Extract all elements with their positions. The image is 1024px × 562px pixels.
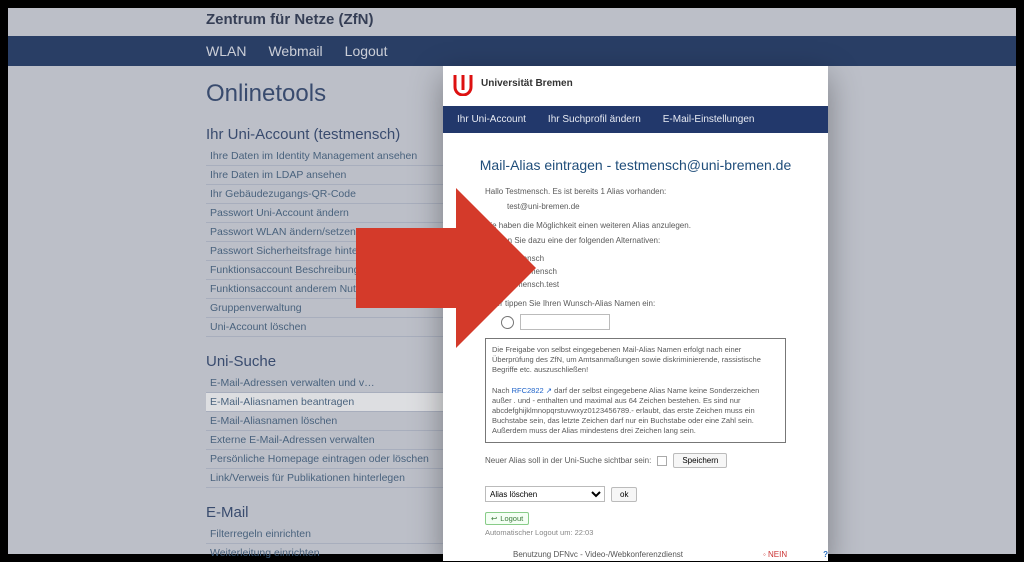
delete-alias-select[interactable]: Alias löschen — [485, 486, 605, 502]
alias-option-2-label: testmensch — [516, 267, 557, 276]
brand-text: Universität Bremen — [481, 79, 573, 89]
note-p2a: Nach — [492, 386, 512, 395]
top-nav: WLAN Webmail Logout — [8, 36, 1016, 66]
alias-radio-1[interactable] — [501, 253, 511, 263]
nav-logout[interactable]: Logout — [345, 43, 388, 59]
note-box: Die Freigabe von selbst eingegebenen Mai… — [485, 338, 786, 443]
auto-logout-text: Automatischer Logout um: 22:03 — [485, 528, 814, 537]
modal-nav-account[interactable]: Ihr Uni-Account — [457, 114, 526, 125]
site-title: Zentrum für Netze (ZfN) — [206, 11, 374, 28]
existing-alias: test@uni-bremen.de — [507, 202, 814, 211]
visible-checkbox[interactable] — [657, 456, 667, 466]
prompt-line2: Wählen Sie dazu eine der folgenden Alter… — [485, 236, 814, 245]
modal-nav-profile[interactable]: Ihr Suchprofil ändern — [548, 114, 641, 125]
nav-webmail[interactable]: Webmail — [268, 43, 322, 59]
alias-radio-2[interactable] — [501, 266, 511, 276]
help-icon[interactable]: ? — [823, 550, 828, 559]
modal-mail-alias: Universität Bremen Ihr Uni-Account Ihr S… — [443, 66, 828, 561]
greeting-text: Hallo Testmensch. Es ist bereits 1 Alias… — [485, 187, 814, 196]
modal-title: Mail-Alias eintragen - testmensch@uni-br… — [457, 157, 814, 173]
alias-radio-custom[interactable] — [501, 316, 514, 329]
modal-nav-email[interactable]: E-Mail-Einstellungen — [663, 114, 755, 125]
alias-radio-3[interactable] — [501, 279, 511, 289]
alias-option-3[interactable]: mensch.test — [501, 279, 814, 289]
peek-nein: ◦ NEIN — [763, 550, 787, 559]
alias-option-3-label: mensch.test — [516, 280, 559, 289]
rfc-link[interactable]: RFC2822 ↗ — [512, 386, 552, 395]
ok-button[interactable]: ok — [611, 487, 637, 502]
custom-alias-input[interactable] — [520, 314, 610, 330]
mini-logout-button[interactable]: ↩ Logout — [485, 512, 529, 525]
prompt-line1: Sie haben die Möglichkeit einen weiteren… — [485, 221, 814, 230]
alias-option-1[interactable]: mensch — [501, 253, 814, 263]
alias-option-2[interactable]: testmensch — [501, 266, 814, 276]
save-button[interactable]: Speichern — [673, 453, 727, 468]
nav-wlan[interactable]: WLAN — [206, 43, 246, 59]
visible-label: Neuer Alias soll in der Uni-Suche sichtb… — [485, 456, 651, 465]
note-p1: Die Freigabe von selbst eingegebenen Mai… — [492, 345, 761, 374]
custom-label: Oder tippen Sie Ihren Wunsch-Alias Namen… — [485, 299, 814, 308]
peek-row: Benutzung DFNvc - Video-/Webkonferenzdie… — [443, 547, 828, 561]
modal-nav: Ihr Uni-Account Ihr Suchprofil ändern E-… — [443, 106, 828, 133]
alias-option-1-label: mensch — [516, 254, 544, 263]
brand: Universität Bremen — [451, 72, 822, 96]
peek-text: Benutzung DFNvc - Video-/Webkonferenzdie… — [513, 550, 683, 559]
